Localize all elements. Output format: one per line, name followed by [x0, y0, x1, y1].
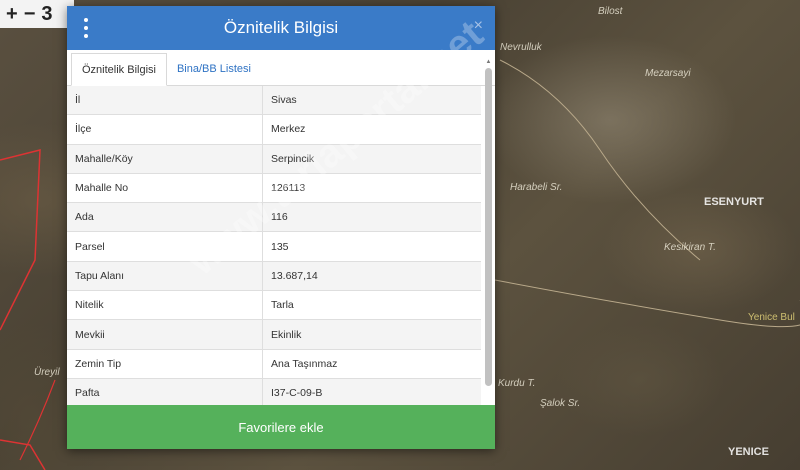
- attribute-key: Pafta: [67, 378, 263, 405]
- attribute-value: 126113: [271, 182, 306, 195]
- attribute-key: Parsel: [67, 232, 263, 261]
- attribute-key: Nitelik: [67, 291, 263, 320]
- attribute-value: Merkez: [271, 123, 306, 136]
- table-row: Pafta I37-C-09-B: [67, 378, 481, 405]
- attribute-value: Serpincik: [271, 152, 315, 165]
- place-label: Nevrulluk: [500, 42, 542, 53]
- attribute-key: Tapu Alanı: [67, 261, 263, 291]
- tab-building-list[interactable]: Bina/BB Listesi: [167, 52, 261, 85]
- table-row: İlçe Merkez: [67, 115, 481, 145]
- attribute-value: Ana Taşınmaz: [271, 357, 338, 370]
- boundary-line: [0, 149, 41, 331]
- dialog-header: Öznitelik Bilgisi ×: [67, 6, 495, 50]
- attribute-table: İl Sivas İlçe Merkez Mahalle/Köy Serpinc…: [67, 86, 481, 405]
- dialog-body: Öznitelik Bilgisi Bina/BB Listesi İl Siv…: [67, 50, 495, 405]
- attribute-key: Mevkii: [67, 320, 263, 349]
- place-label: Kurdu T.: [498, 378, 536, 389]
- zoom-in-button[interactable]: +: [6, 4, 18, 24]
- zoom-control: + − 3: [0, 0, 74, 28]
- place-label: Bilost: [598, 6, 623, 17]
- attribute-key: Zemin Tip: [67, 349, 263, 378]
- table-row: Mahalle No 126113: [67, 173, 481, 204]
- scroll-track[interactable]: [484, 66, 493, 405]
- boundary-line: [19, 379, 56, 461]
- place-label: Harabeli Sr.: [510, 182, 563, 193]
- place-label: YENICE: [728, 446, 769, 458]
- place-label: Üreyil: [34, 367, 60, 378]
- table-row: Mevkii Ekinlik: [67, 320, 481, 350]
- attribute-value: Tarla: [271, 299, 294, 312]
- road-line: [499, 59, 701, 261]
- table-row: İl Sivas: [67, 86, 481, 116]
- table-row: Nitelik Tarla: [67, 291, 481, 321]
- scrollbar[interactable]: ▲ ▼: [484, 58, 493, 405]
- table-row: Mahalle/Köy Serpincik: [67, 144, 481, 174]
- place-label: Kesikiran T.: [664, 242, 716, 253]
- tab-bar: Öznitelik Bilgisi Bina/BB Listesi: [67, 50, 495, 86]
- attribute-value: 135: [271, 240, 289, 253]
- attribute-value: 13.687,14: [271, 269, 318, 282]
- place-label: Şalok Sr.: [540, 398, 581, 409]
- attribute-value: 116: [271, 211, 288, 224]
- tab-attribute-info[interactable]: Öznitelik Bilgisi: [71, 53, 167, 86]
- table-row: Parsel 135: [67, 232, 481, 262]
- attribute-info-dialog: Öznitelik Bilgisi × Öznitelik Bilgisi Bi…: [67, 6, 495, 449]
- scroll-up-icon[interactable]: ▲: [486, 58, 492, 66]
- table-row: Zemin Tip Ana Taşınmaz: [67, 349, 481, 379]
- attribute-value: Sivas: [271, 94, 297, 107]
- add-to-favorites-button[interactable]: Favorilere ekle: [67, 405, 495, 449]
- menu-dots-icon[interactable]: [81, 18, 91, 38]
- attribute-value: I37-C-09-B: [271, 387, 323, 400]
- attribute-key: Ada: [67, 203, 263, 232]
- table-row: Ada 116: [67, 203, 481, 233]
- close-icon[interactable]: ×: [474, 18, 483, 34]
- place-label: ESENYURT: [704, 196, 764, 208]
- dialog-title: Öznitelik Bilgisi: [223, 18, 339, 37]
- scroll-thumb[interactable]: [485, 68, 492, 386]
- table-row: Tapu Alanı 13.687,14: [67, 261, 481, 292]
- attribute-key: İlçe: [67, 115, 263, 144]
- attribute-value: Ekinlik: [271, 328, 302, 341]
- attribute-key: Mahalle No: [67, 173, 263, 203]
- place-label: Mezarsayi: [645, 68, 691, 79]
- place-label: Yenice Bul: [748, 312, 795, 323]
- attribute-key: İl: [67, 86, 263, 115]
- zoom-out-button[interactable]: −: [24, 4, 36, 24]
- zoom-level: 3: [41, 3, 53, 25]
- attribute-key: Mahalle/Köy: [67, 144, 263, 173]
